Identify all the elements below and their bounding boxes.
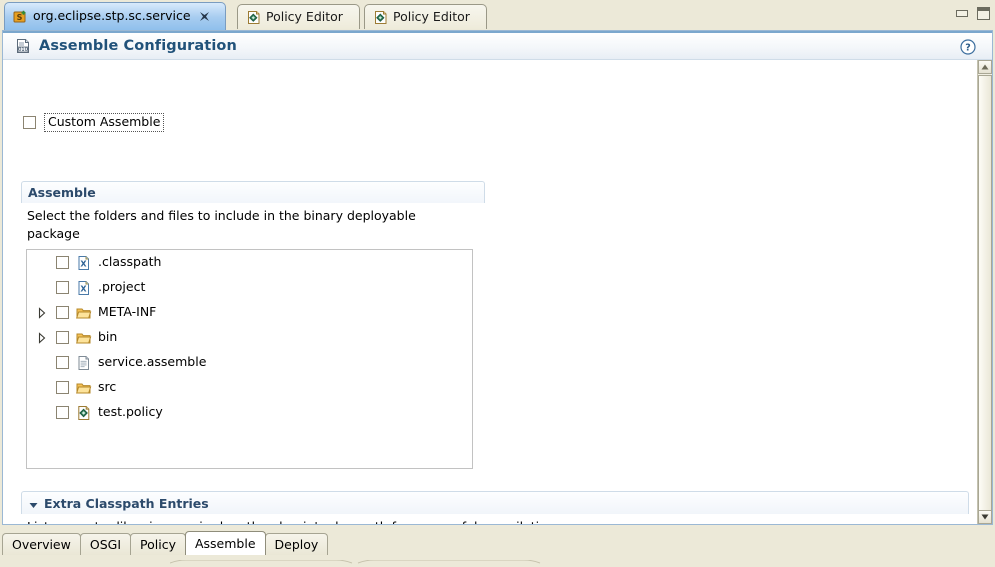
editor-tab-policy-editor-2[interactable]: Policy Editor — [364, 4, 487, 29]
editor-tab-label: org.eclipse.stp.sc.service — [33, 10, 191, 23]
tab-policy[interactable]: Policy — [130, 533, 186, 555]
tab-osgi[interactable]: OSGI — [80, 533, 131, 555]
close-icon[interactable] — [199, 11, 210, 22]
editor-tab-label: Policy Editor — [266, 11, 343, 24]
tab-overview[interactable]: Overview — [2, 533, 81, 555]
editor-tab-label: Policy Editor — [393, 11, 470, 24]
expand-arrow-icon[interactable] — [36, 332, 48, 344]
binary-file-icon: 010 — [15, 38, 31, 54]
tree-item-label: test.policy — [98, 406, 163, 419]
tab-assemble[interactable]: Assemble — [185, 531, 266, 555]
form-header: 010 Assemble Configuration ? — [3, 31, 992, 60]
editor-tab-row: Policy Editor Policy Editor S — [0, 0, 995, 32]
service-project-icon: S — [13, 10, 28, 24]
scrollbar-thumb[interactable] — [978, 75, 992, 515]
tree-item-label: .project — [98, 281, 145, 294]
table-row[interactable]: service.assemble — [27, 350, 472, 375]
eclipse-editor-window: Policy Editor Policy Editor S — [0, 0, 995, 557]
window-controls — [955, 7, 989, 19]
extra-classpath-section-description: List any extra libraries required on the… — [27, 519, 969, 524]
page-tab-label: Deploy — [275, 537, 319, 552]
form-editor-body: 010 Assemble Configuration ? — [2, 30, 993, 525]
page-tab-label: Overview — [12, 537, 71, 552]
scroll-down-button[interactable] — [978, 510, 992, 524]
maximize-button[interactable] — [976, 7, 989, 19]
scroll-up-button[interactable] — [978, 60, 992, 74]
svg-text:S: S — [17, 13, 23, 22]
policy-diamond-icon — [246, 10, 261, 25]
extra-classpath-section-title: Extra Classpath Entries — [44, 496, 209, 511]
svg-text:X: X — [80, 284, 87, 293]
page-tab-label: OSGI — [90, 537, 121, 552]
editor-tab-policy-editor-1[interactable]: Policy Editor — [237, 4, 360, 29]
folder-icon — [76, 380, 92, 396]
tab-deploy[interactable]: Deploy — [265, 533, 329, 555]
editor-tab-service-project[interactable]: S org.eclipse.stp.sc.service — [4, 2, 226, 30]
assemble-section-title: Assemble — [28, 185, 96, 200]
table-row[interactable]: src — [27, 375, 472, 400]
tree-item-label: bin — [98, 331, 117, 344]
chevron-down-icon[interactable] — [29, 499, 38, 508]
help-icon[interactable]: ? — [960, 39, 976, 55]
tree-item-label: META-INF — [98, 306, 156, 319]
extra-classpath-section-header[interactable]: Extra Classpath Entries — [21, 491, 969, 514]
xml-file-icon: X — [76, 255, 92, 271]
table-row[interactable]: X .project — [27, 275, 472, 300]
custom-assemble-checkbox[interactable] — [23, 116, 36, 129]
table-row[interactable]: bin — [27, 325, 472, 350]
row-checkbox[interactable] — [56, 381, 69, 394]
table-row[interactable]: test.policy — [27, 400, 472, 425]
page-tab-bar: Overview OSGI Policy Assemble Deploy — [2, 529, 993, 555]
svg-text:X: X — [80, 259, 87, 268]
policy-diamond-icon — [76, 405, 92, 421]
expand-arrow-icon[interactable] — [36, 307, 48, 319]
table-row[interactable]: X .classpath — [27, 250, 472, 275]
extra-classpath-section: Extra Classpath Entries List any extra l… — [21, 491, 969, 524]
custom-assemble-label: Custom Assemble — [44, 113, 164, 132]
xml-file-icon: X — [76, 280, 92, 296]
text-file-icon — [76, 355, 92, 371]
row-checkbox[interactable] — [56, 406, 69, 419]
folder-icon — [76, 330, 92, 346]
row-checkbox[interactable] — [56, 306, 69, 319]
policy-diamond-icon — [373, 10, 388, 25]
minimize-button[interactable] — [955, 7, 968, 19]
custom-assemble-row[interactable]: Custom Assemble — [23, 113, 164, 132]
tree-item-label: service.assemble — [98, 356, 206, 369]
table-row[interactable]: META-INF — [27, 300, 472, 325]
page-title: Assemble Configuration — [39, 38, 237, 54]
vertical-scrollbar[interactable] — [977, 60, 992, 524]
form-content: Custom Assemble Assemble Select the fold… — [3, 61, 976, 524]
row-checkbox[interactable] — [56, 281, 69, 294]
assemble-section: Assemble Select the folders and files to… — [21, 181, 485, 243]
row-checkbox[interactable] — [56, 256, 69, 269]
tree-item-label: .classpath — [98, 256, 161, 269]
folder-icon — [76, 305, 92, 321]
row-checkbox[interactable] — [56, 356, 69, 369]
page-tab-label: Assemble — [195, 536, 256, 551]
page-tab-label: Policy — [140, 537, 176, 552]
row-checkbox[interactable] — [56, 331, 69, 344]
assemble-file-tree[interactable]: X .classpath X .project — [26, 249, 473, 469]
svg-text:?: ? — [965, 43, 971, 54]
svg-text:010: 010 — [18, 47, 28, 53]
assemble-section-description: Select the folders and files to include … — [27, 207, 447, 243]
tree-item-label: src — [98, 381, 116, 394]
assemble-section-header: Assemble — [21, 181, 485, 203]
